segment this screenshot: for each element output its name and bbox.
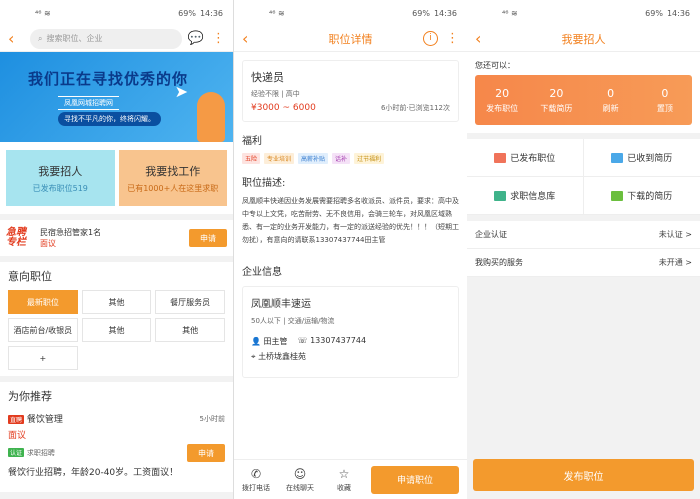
recommend-section: 为你推荐 直聘 餐饮管理 5小时前 面议 认证 求职招聘 申请 餐饮行业招聘，年龄2…: [0, 382, 233, 492]
signal-icon: ⁴⁶ ≋: [35, 8, 51, 18]
intent-item[interactable]: 酒店前台/收银员: [8, 318, 78, 342]
status-bar: ⁴⁶ ≋ 69% 14:36: [234, 0, 467, 26]
job-detail-screen: ⁴⁶ ≋ 69% 14:36 ‹ 职位详情 i ⋮ 快递员 经验不限 | 高中 ¥30…: [234, 0, 467, 499]
stat-publish[interactable]: 20 发布职位: [475, 75, 529, 125]
job-card: 快递员 经验不限 | 高中 ¥3000 ~ 6000 6小时前·已浏览112次: [242, 60, 459, 122]
bottom-bar: ✆ 拨打电话 ☺ 在线聊天 ☆ 收藏 申请职位: [234, 459, 467, 499]
menu-talent-pool[interactable]: 求职信息库: [467, 177, 584, 215]
chat-button[interactable]: ☺ 在线聊天: [278, 467, 322, 493]
search-icon: ⌕: [38, 33, 43, 43]
call-button[interactable]: ✆ 拨打电话: [234, 467, 278, 493]
welfare-tags: 五险 专业培训 高薪补贴 话补 过节福利: [242, 153, 459, 164]
tree-illustration: [197, 92, 225, 142]
intent-section: 意向职位 最新职位 其他 餐厅服务员 酒店前台/收银员 其他 其他 +: [0, 262, 233, 376]
find-job-card[interactable]: 我要找工作 已有1000+人在这里求职: [118, 150, 227, 206]
apply-button[interactable]: 申请: [187, 444, 225, 462]
company-card[interactable]: 凤凰顺丰速运 50人以下 | 交通/运输/物流 👤 田主管 ☏ 133074377…: [242, 286, 459, 378]
page-title: 我要招人: [561, 32, 606, 46]
chat-icon: ☺: [293, 466, 307, 481]
intent-item[interactable]: 其他: [81, 290, 152, 314]
paper-plane-icon: ➤: [174, 82, 188, 101]
phone-icon: ☏: [297, 336, 308, 345]
back-icon[interactable]: ‹: [8, 29, 24, 48]
resume-icon: [611, 152, 624, 163]
intent-item[interactable]: 其他: [81, 318, 152, 342]
recruit-screen: ⁴⁶ ≋ 69% 14:36 ‹ 我要招人 您还可以： 20 发布职位 20 下载简历 …: [467, 0, 700, 499]
menu-downloaded-resumes[interactable]: 下载的简历: [583, 177, 700, 215]
row-purchased-services[interactable]: 我购买的服务 未开通 >: [467, 249, 700, 277]
message-icon[interactable]: 💬: [188, 31, 204, 46]
intent-item[interactable]: 最新职位: [8, 290, 78, 314]
phone-icon: ✆: [250, 466, 262, 481]
urgent-section: 急聘专栏 民宿急招管家1名 面议 申请: [0, 220, 233, 256]
people-icon: [494, 190, 507, 201]
publish-job-button[interactable]: 发布职位: [473, 459, 694, 491]
add-intent-button[interactable]: +: [8, 346, 78, 370]
banner[interactable]: 我们正在寻找优秀的你 凤凰网城招聘网 寻找不平凡的你，终将闪耀。 ➤: [0, 52, 233, 142]
info-icon[interactable]: i: [423, 31, 438, 46]
list-item[interactable]: 直聘 餐饮管理 5小时前 面议 认证 求职招聘 申请 餐饮行业招聘，年龄20-40岁…: [8, 412, 225, 478]
stat-refresh[interactable]: 0 刷新: [584, 75, 638, 125]
apply-job-button[interactable]: 申请职位: [371, 465, 459, 494]
download-icon: [611, 190, 624, 201]
recruit-card[interactable]: 我要招人 已发布职位519: [6, 150, 115, 206]
row-enterprise-auth[interactable]: 企业认证 未认证 >: [467, 221, 700, 249]
more-icon[interactable]: ⋮: [446, 31, 459, 46]
intent-item[interactable]: 其他: [155, 318, 225, 342]
favorite-button[interactable]: ☆ 收藏: [322, 467, 366, 493]
more-icon[interactable]: ⋮: [212, 31, 225, 46]
apply-button[interactable]: 申请: [189, 229, 227, 247]
search-input[interactable]: ⌕ 搜索职位、企业: [30, 28, 182, 49]
header: ‹ 职位详情 i ⋮: [234, 26, 467, 52]
location-icon: ⌖: [251, 352, 256, 361]
status-bar: ⁴⁶ ≋ 69% 14:36: [467, 0, 700, 26]
job-description: 凤凰顺丰快递因业务发展需要招聘多名收派员、派件员，要求：高中及中专以上文凭，吃苦…: [242, 197, 459, 244]
urgent-logo: 急聘专栏: [6, 227, 26, 248]
status-bar: ⁴⁶ ≋ 69% 14:36: [0, 0, 233, 26]
intent-item[interactable]: 餐厅服务员: [155, 290, 225, 314]
recruit-menu: 已发布职位 已收到简历 求职信息库 下载的简历: [467, 139, 700, 215]
person-icon: 👤: [251, 337, 261, 346]
home-screen: ⁴⁶ ≋ 69% 14:36 ‹ ⌕ 搜索职位、企业 💬 ⋮ 我们正在寻找优秀的你 凤凰…: [0, 0, 233, 499]
stat-top[interactable]: 0 置顶: [638, 75, 692, 125]
menu-published-jobs[interactable]: 已发布职位: [467, 139, 584, 177]
menu-received-resumes[interactable]: 已收到简历: [583, 139, 700, 177]
header: ‹ ⌕ 搜索职位、企业 💬 ⋮: [0, 26, 233, 52]
quota-stats: 20 发布职位 20 下载简历 0 刷新 0 置顶: [475, 75, 692, 125]
briefcase-icon: [494, 152, 507, 163]
stat-download[interactable]: 20 下载简历: [529, 75, 583, 125]
star-icon: ☆: [338, 466, 350, 481]
header: ‹ 我要招人: [467, 26, 700, 52]
